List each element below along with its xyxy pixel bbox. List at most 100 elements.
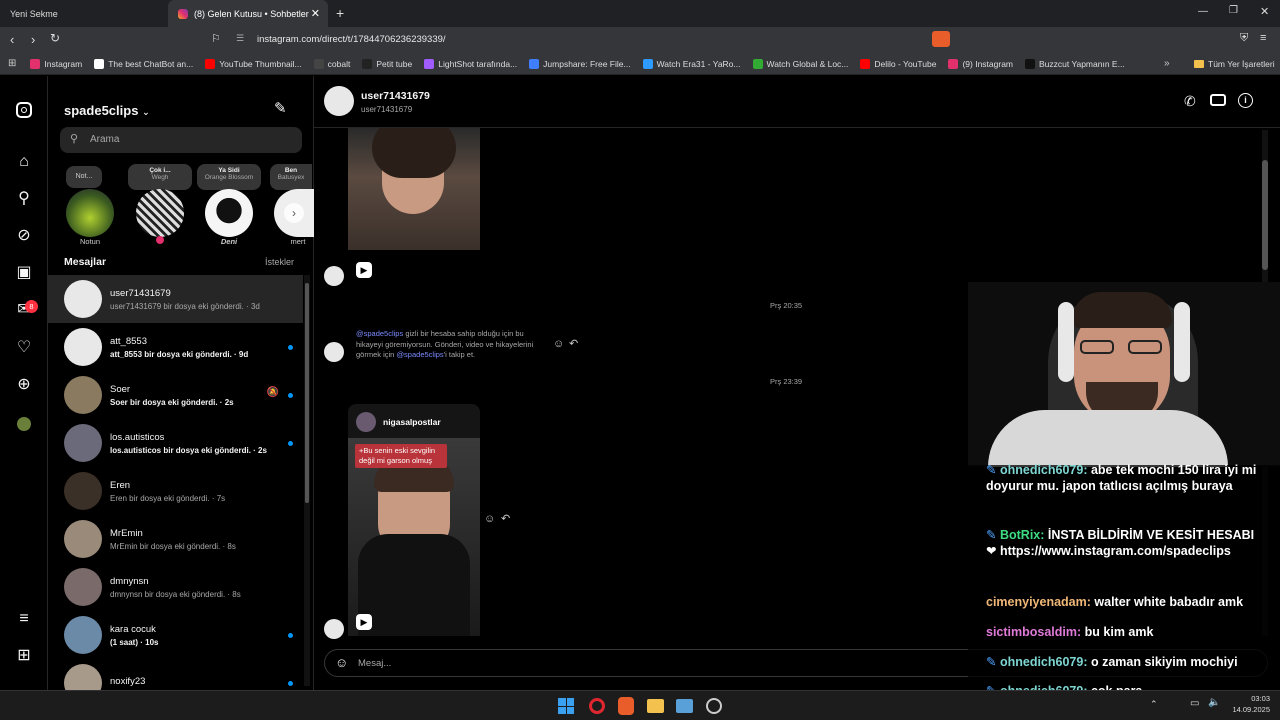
bookmark-item[interactable]: LightShot tarafında...: [424, 58, 517, 69]
new-tab-button[interactable]: +: [336, 5, 344, 21]
tab-instagram[interactable]: (8) Gelen Kutusu • Sohbetler ✕: [168, 0, 328, 27]
conversation-row[interactable]: noxify23: [48, 659, 303, 690]
conversation-row[interactable]: los.autisticos los.autisticos bir dosya e…: [48, 419, 303, 467]
bookmark-item[interactable]: Watch Global & Loc...: [752, 58, 848, 69]
conversation-row[interactable]: Soer Soer bir dosya eki gönderdi. · 2s 🔕: [48, 371, 303, 419]
maximize-icon[interactable]: ❐: [1229, 5, 1238, 16]
tab-new[interactable]: Yeni Sekme: [0, 0, 168, 27]
minimize-icon[interactable]: —: [1198, 6, 1208, 17]
shield-icon[interactable]: ⛨: [1240, 32, 1248, 45]
chevron-right-icon[interactable]: ›: [284, 203, 304, 223]
bookmark-item[interactable]: cobalt: [313, 58, 350, 69]
more-bookmarks-icon[interactable]: »: [1164, 58, 1170, 69]
bookmark-item[interactable]: Jumpshare: Free File...: [529, 58, 631, 69]
note-avatar[interactable]: [205, 189, 253, 237]
bookmark-icon[interactable]: ⚐: [211, 32, 221, 45]
media-message[interactable]: [348, 128, 480, 250]
conversation-row[interactable]: MrEmin MrEmin bir dosya eki gönderdi. · 8…: [48, 515, 303, 563]
chat-line: cimenyiyenadam: walter white babadır amk: [986, 594, 1268, 610]
bookmark-item[interactable]: (9) Instagram: [948, 58, 1013, 69]
create-icon[interactable]: ⊕: [14, 375, 34, 395]
reload-icon[interactable]: ↻: [50, 31, 60, 45]
react-icon[interactable]: ☺: [484, 513, 495, 525]
reply-icon[interactable]: ↶: [501, 512, 510, 525]
brave-shield-icon[interactable]: [932, 31, 950, 47]
conversation-row[interactable]: Eren Eren bir dosya eki gönderdi. · 7s: [48, 467, 303, 515]
heart-icon[interactable]: ♡: [14, 338, 34, 358]
bookmark-favicon-icon: [752, 58, 763, 69]
home-icon[interactable]: ⌂: [14, 152, 34, 172]
reel-icon[interactable]: ▶: [356, 614, 372, 630]
mention-link[interactable]: @spade5clips: [356, 329, 403, 338]
chat-username[interactable]: user71431679: [361, 90, 430, 102]
bookmark-item[interactable]: The best ChatBot an...: [94, 58, 193, 69]
search-box[interactable]: ⚲ Arama: [60, 127, 302, 153]
browser-tab-bar: Yeni Sekme (8) Gelen Kutusu • Sohbetler …: [0, 0, 1280, 27]
brave-icon[interactable]: [618, 697, 634, 715]
note-bubble[interactable]: Ya Sidi Orange Blossom: [197, 164, 261, 190]
back-icon[interactable]: ‹: [10, 32, 14, 47]
network-icon[interactable]: ▭: [1190, 698, 1199, 709]
react-icon[interactable]: ☺: [553, 338, 564, 350]
tray-up-icon[interactable]: ⌃: [1150, 699, 1158, 710]
video-call-icon[interactable]: [1210, 94, 1226, 106]
search-input[interactable]: Arama: [90, 134, 119, 145]
scrollbar[interactable]: [304, 275, 310, 686]
mention-link[interactable]: @spade5clips: [396, 350, 443, 359]
threads-icon[interactable]: ⊞: [14, 646, 34, 666]
address-bar[interactable]: instagram.com/direct/t/17844706236239339…: [257, 34, 446, 45]
start-icon[interactable]: [558, 698, 574, 714]
instagram-logo-icon[interactable]: [14, 100, 34, 120]
bookmark-item[interactable]: Delilo - YouTube: [860, 58, 936, 69]
pin-icon: ✎: [986, 528, 997, 542]
bookmark-item[interactable]: Buzzcut Yapmanın E...: [1025, 58, 1125, 69]
conversation-row[interactable]: att_8553 att_8553 bir dosya eki gönderdi.…: [48, 323, 303, 371]
bookmark-item[interactable]: Instagram: [30, 58, 82, 69]
chat-avatar[interactable]: [324, 86, 354, 116]
note-bubble[interactable]: Ben Batusyex: [270, 164, 312, 190]
reply-icon[interactable]: ↶: [569, 337, 578, 350]
bookmark-item[interactable]: Petit tube: [362, 58, 412, 69]
note-bubble[interactable]: Not...: [66, 166, 102, 188]
volume-icon[interactable]: 🔈: [1208, 697, 1220, 708]
site-info-icon[interactable]: ☰: [236, 33, 244, 44]
clock[interactable]: 03:03 14.09.2025: [1232, 694, 1270, 714]
menu-icon[interactable]: ≡: [1260, 32, 1266, 44]
search-icon[interactable]: ⚲: [14, 189, 34, 209]
apps-icon[interactable]: ⊞: [8, 58, 16, 69]
bookmark-item[interactable]: YouTube Thumbnail...: [205, 58, 302, 69]
note-avatar[interactable]: [136, 189, 184, 237]
forward-icon[interactable]: ›: [31, 32, 35, 47]
obs-icon[interactable]: [706, 698, 722, 714]
opera-icon[interactable]: [589, 698, 605, 714]
requests-link[interactable]: İstekler: [265, 257, 294, 267]
file-explorer-icon[interactable]: [647, 699, 664, 713]
reels-icon[interactable]: ▣: [14, 263, 34, 283]
message-input[interactable]: Mesaj...: [358, 658, 391, 669]
all-bookmarks[interactable]: Tüm Yer İşaretleri: [1194, 59, 1275, 69]
more-menu-icon[interactable]: ≡: [14, 609, 34, 629]
emoji-icon[interactable]: ☺: [335, 655, 348, 670]
phone-icon[interactable]: ✆: [1184, 93, 1196, 110]
reel-username[interactable]: nigasalpostlar: [383, 417, 441, 427]
info-icon[interactable]: i: [1238, 93, 1253, 108]
reel-icon[interactable]: ▶: [356, 262, 372, 278]
profile-avatar[interactable]: [17, 417, 31, 431]
reel-share-message[interactable]: nigasalpostlar +Bu senin eski sevgilin d…: [348, 404, 480, 636]
conversation-sidebar: spade5clips ⌄ ✎ ⚲ Arama Not... Notun Çok…: [48, 76, 314, 690]
note-avatar[interactable]: [66, 189, 114, 237]
conversation-row[interactable]: user71431679 user71431679 bir dosya eki g…: [48, 275, 303, 323]
bookmark-label: YouTube Thumbnail...: [219, 58, 302, 69]
app-icon[interactable]: [676, 699, 693, 713]
new-message-icon[interactable]: ✎: [274, 99, 287, 117]
note-bubble[interactable]: Çok i... Wegh: [128, 164, 192, 190]
bookmark-item[interactable]: Watch Era31 - YaRo...: [642, 58, 741, 69]
conversation-row[interactable]: kara cocuk (1 saat) · 10s: [48, 611, 303, 659]
chat-user: sictimbosaldim:: [986, 625, 1082, 639]
tab-label: Yeni Sekme: [10, 8, 58, 19]
account-switcher[interactable]: spade5clips ⌄: [64, 103, 150, 118]
close-icon[interactable]: ✕: [311, 7, 320, 20]
explore-icon[interactable]: ⊘: [14, 226, 34, 246]
conversation-row[interactable]: dmnynsn dmnynsn bir dosya eki gönderdi. ·…: [48, 563, 303, 611]
window-close-icon[interactable]: ✕: [1260, 5, 1269, 18]
